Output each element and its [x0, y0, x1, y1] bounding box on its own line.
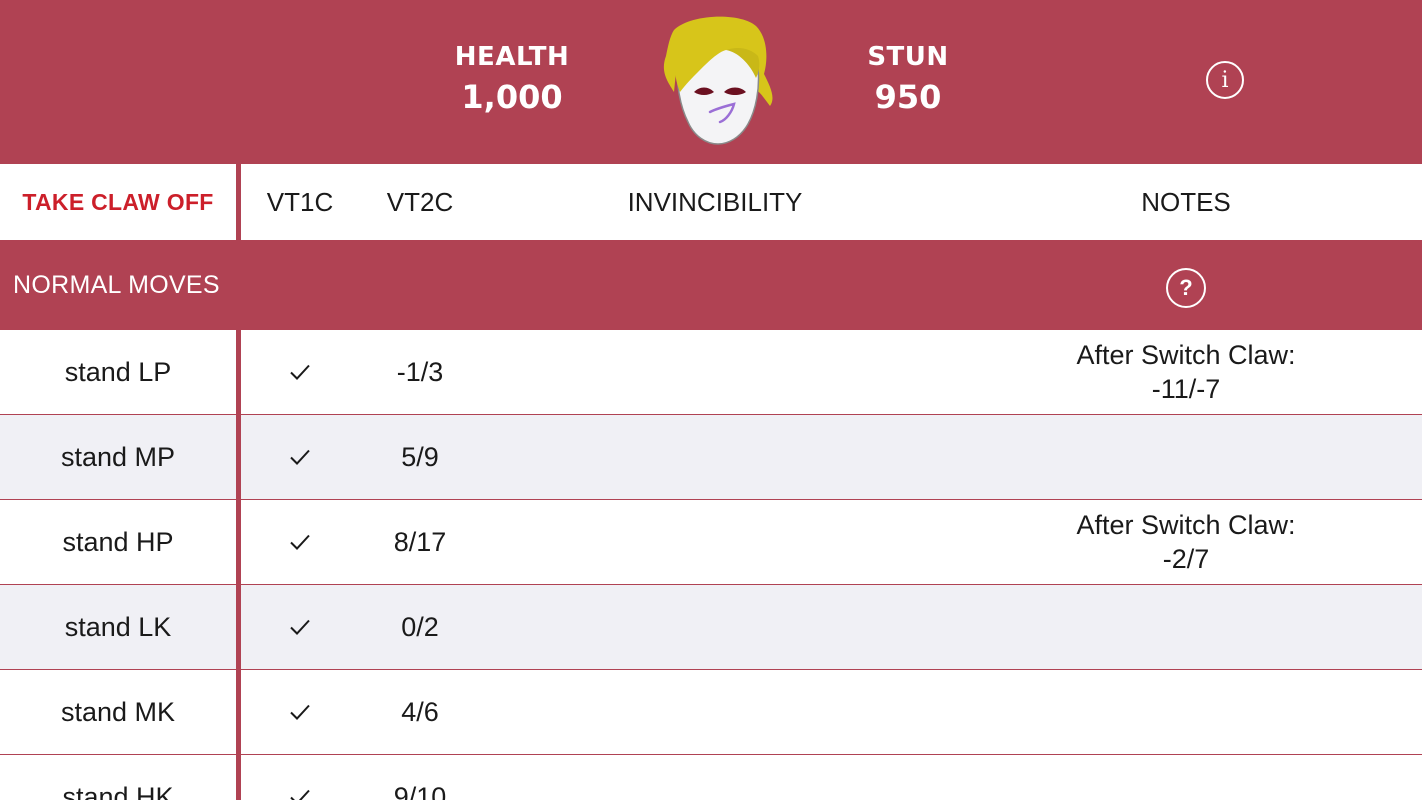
invincibility-value	[480, 500, 950, 584]
notes-value	[950, 755, 1422, 800]
vt2c-value: 5/9	[401, 441, 439, 472]
invincibility-value	[480, 330, 950, 414]
health-value: 1,000	[461, 78, 563, 116]
invincibility-value	[480, 585, 950, 669]
notes-value	[950, 670, 1422, 754]
column-vt1c: VT1C	[266, 186, 334, 217]
move-name: stand MP	[60, 441, 176, 472]
table-row[interactable]: stand HP 8/17 After Switch Claw: -2/7	[0, 500, 1422, 585]
table-row[interactable]: stand MK 4/6	[0, 670, 1422, 755]
check-icon	[240, 670, 360, 754]
stun-stat: STUN 950	[808, 40, 1008, 118]
vt2c-value: 4/6	[401, 696, 439, 727]
stun-label: STUN	[867, 42, 949, 72]
info-icon[interactable]: i	[1206, 61, 1244, 99]
invincibility-value	[480, 755, 950, 800]
column-vt2c: VT2C	[386, 186, 454, 217]
table-row[interactable]: stand LK 0/2	[0, 585, 1422, 670]
vt2c-value: 8/17	[393, 526, 447, 557]
health-stat: HEALTH 1,000	[412, 40, 612, 118]
character-portrait	[663, 16, 773, 145]
vt2c-value: -1/3	[396, 356, 444, 387]
move-name: stand HP	[62, 526, 174, 557]
check-icon	[240, 415, 360, 499]
notes-value: After Switch Claw: -2/7	[1076, 510, 1296, 574]
column-divider	[236, 164, 241, 800]
notes-value	[950, 585, 1422, 669]
table-row[interactable]: stand HK 9/10	[0, 755, 1422, 800]
move-name: stand HK	[62, 781, 174, 800]
notes-value	[950, 415, 1422, 499]
column-notes: NOTES	[1141, 186, 1231, 217]
table-row[interactable]: stand MP 5/9	[0, 415, 1422, 500]
section-header-normal-moves: NORMAL MOVES	[0, 240, 1422, 330]
move-name: stand LK	[64, 611, 172, 642]
health-label: HEALTH	[454, 42, 570, 72]
character-header: HEALTH 1,000 STUN 950 i	[0, 0, 1422, 164]
check-icon	[240, 755, 360, 800]
move-name: stand LP	[64, 356, 172, 387]
notes-value: After Switch Claw: -11/-7	[1076, 340, 1296, 404]
column-invincibility: INVINCIBILITY	[627, 186, 803, 217]
take-claw-off-button[interactable]: TAKE CLAW OFF	[0, 164, 236, 240]
column-header-row: TAKE CLAW OFF VT1C VT2C INVINCIBILITY NO…	[0, 164, 1422, 240]
move-name: stand MK	[60, 696, 176, 727]
vt2c-value: 0/2	[401, 611, 439, 642]
section-title: NORMAL MOVES	[13, 270, 220, 299]
invincibility-value	[480, 670, 950, 754]
check-icon	[240, 585, 360, 669]
check-icon	[240, 330, 360, 414]
invincibility-value	[480, 415, 950, 499]
table-row[interactable]: stand LP -1/3 After Switch Claw: -11/-7	[0, 330, 1422, 415]
vt2c-value: 9/10	[393, 781, 447, 800]
help-icon[interactable]: ?	[1166, 268, 1206, 308]
check-icon	[240, 500, 360, 584]
stun-value: 950	[874, 78, 942, 116]
